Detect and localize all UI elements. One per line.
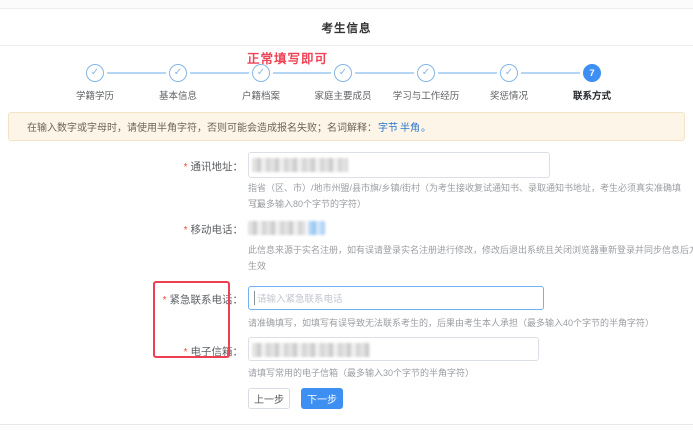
step-connector xyxy=(521,72,580,74)
step-connector xyxy=(355,72,414,74)
step-label-household-archive[interactable]: 户籍档案 xyxy=(242,88,280,102)
step-label-rewards-punishments[interactable]: 奖惩情况 xyxy=(490,88,528,102)
step-connector xyxy=(273,72,331,74)
step-circle-done-icon[interactable]: ✓ xyxy=(169,64,187,82)
address-input[interactable] xyxy=(248,152,550,178)
step-circle-done-icon[interactable]: ✓ xyxy=(252,64,270,82)
step-label-family-members[interactable]: 家庭主要成员 xyxy=(314,88,371,102)
glossary-link-halfwidth[interactable]: 半角 xyxy=(400,119,420,134)
address-label: *通讯地址： xyxy=(80,159,243,174)
required-asterisk: * xyxy=(184,225,188,236)
mobile-label: *移动电话： xyxy=(80,222,243,237)
candidate-info-page: 考生信息 正常填写即可 ✓ ✓ ✓ ✓ ✓ ✓ 7 学籍学历 基本信息 户籍档案… xyxy=(0,0,693,431)
emergency-phone-label: *紧急联系电话： xyxy=(80,292,243,307)
step-circle-done-icon[interactable]: ✓ xyxy=(334,64,352,82)
step-connector xyxy=(438,72,497,74)
text-caret xyxy=(254,291,255,305)
notice-text: 在输入数字或字母时，请使用半角字符，否则可能会造成报名失败；名词解释： xyxy=(27,119,377,134)
emergency-phone-help: 请准确填写，如填写有误导致无法联系考生的，后果由考生本人承担（最多输入40个字节… xyxy=(248,315,654,331)
step-circle-done-icon[interactable]: ✓ xyxy=(500,64,518,82)
step-label-academic-record[interactable]: 学籍学历 xyxy=(76,88,114,102)
mobile-masked-value xyxy=(248,221,306,235)
glossary-link-byte[interactable]: 字节 xyxy=(378,119,398,134)
address-masked-value xyxy=(252,158,348,172)
mobile-masked-link[interactable] xyxy=(308,221,325,235)
step-connector xyxy=(107,72,166,74)
email-help: 请填写常用的电子信箱（最多输入30个字节的半角字符） xyxy=(248,365,474,381)
email-input[interactable] xyxy=(248,337,539,361)
page-title: 考生信息 xyxy=(322,20,372,36)
required-asterisk: * xyxy=(163,295,167,306)
step-label-contact-info[interactable]: 联系方式 xyxy=(573,88,611,102)
address-help-line2: （最多输入80个字节的字符） xyxy=(248,196,366,212)
step-label-study-work-experience[interactable]: 学习与工作经历 xyxy=(393,88,460,102)
prev-step-button[interactable]: 上一步 xyxy=(248,388,290,409)
emergency-phone-input[interactable]: 请输入紧急联系电话 xyxy=(248,286,544,310)
next-step-button[interactable]: 下一步 xyxy=(301,388,343,409)
bottom-divider xyxy=(0,424,693,431)
step-circle-active-icon[interactable]: 7 xyxy=(583,64,601,82)
required-asterisk: * xyxy=(184,347,188,358)
page-header: 考生信息 xyxy=(0,10,693,46)
email-masked-value xyxy=(252,343,370,357)
step-connector xyxy=(190,72,249,74)
mobile-help: 此信息来源于实名注册，如有误请登录实名注册进行修改，修改后退出系统且关闭浏览器重… xyxy=(248,242,693,274)
halfwidth-notice-bar: 在输入数字或字母时，请使用半角字符，否则可能会造成报名失败；名词解释：字节 半角… xyxy=(8,112,685,141)
top-strip xyxy=(0,0,693,9)
step-label-basic-info[interactable]: 基本信息 xyxy=(159,88,197,102)
notice-suffix: 。 xyxy=(421,119,431,134)
step-circle-done-icon[interactable]: ✓ xyxy=(417,64,435,82)
step-circle-done-icon[interactable]: ✓ xyxy=(86,64,104,82)
emergency-phone-placeholder: 请输入紧急联系电话 xyxy=(257,291,343,305)
email-label: *电子信箱： xyxy=(80,344,243,359)
required-asterisk: * xyxy=(184,162,188,173)
